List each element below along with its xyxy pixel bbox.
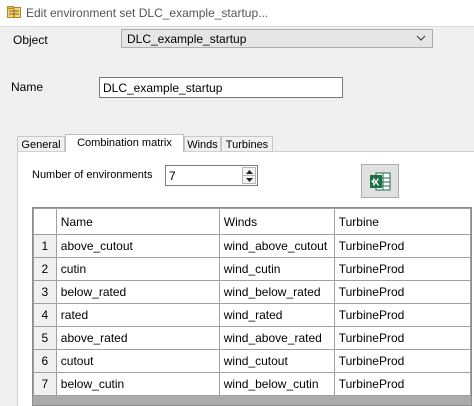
cell-turbine[interactable]: TurbineProd [333, 257, 471, 281]
cell-wind[interactable]: wind_below_cutin [218, 372, 335, 396]
cell-wind[interactable]: wind_above_cutout [218, 234, 335, 258]
cell-wind[interactable]: wind_cutout [218, 349, 335, 373]
row-number[interactable]: 5 [33, 326, 57, 350]
cell-name[interactable]: cutout [55, 349, 220, 373]
table-row: 1 above_cutout wind_above_cutout Turbine… [33, 234, 471, 258]
tab-turbines[interactable]: Turbines [221, 136, 273, 152]
cell-name[interactable]: below_cutin [55, 372, 220, 396]
cell-turbine[interactable]: TurbineProd [333, 303, 471, 327]
cell-turbine[interactable]: TurbineProd [333, 349, 471, 373]
excel-export-icon: X [370, 172, 391, 191]
row-number[interactable]: 6 [33, 349, 57, 373]
cell-wind[interactable]: wind_below_rated [218, 280, 335, 304]
cell-turbine[interactable]: TurbineProd [333, 326, 471, 350]
row-number[interactable]: 3 [33, 280, 57, 304]
cell-wind[interactable]: wind_above_rated [218, 326, 335, 350]
table-row: 2 cutin wind_cutin TurbineProd [33, 257, 471, 281]
object-label: Object [13, 33, 48, 47]
name-input[interactable] [103, 81, 333, 95]
table-row: 7 below_cutin wind_below_cutin TurbinePr… [33, 372, 471, 396]
tab-general[interactable]: General [17, 136, 65, 152]
row-number[interactable]: 1 [33, 234, 57, 258]
tab-combination-matrix[interactable]: Combination matrix [65, 134, 184, 152]
triangle-up-icon [246, 170, 253, 174]
table-row: 4 rated wind_rated TurbineProd [33, 303, 471, 327]
environments-label: Number of environments [32, 169, 153, 181]
cell-name[interactable]: above_cutout [55, 234, 220, 258]
combination-grid[interactable]: Name Winds Turbine 1 above_cutout wind_a… [32, 207, 472, 406]
cell-name[interactable]: above_rated [55, 326, 220, 350]
folder-grid-icon [7, 6, 21, 18]
cell-wind[interactable]: wind_rated [218, 303, 335, 327]
tab-winds[interactable]: Winds [184, 136, 221, 152]
column-header-name[interactable]: Name [55, 208, 220, 235]
name-field[interactable] [99, 77, 343, 98]
object-select-value: DLC_example_startup [127, 32, 247, 46]
chevron-down-icon [416, 35, 426, 41]
stepper-down-button[interactable] [242, 175, 256, 184]
cell-turbine[interactable]: TurbineProd [333, 234, 471, 258]
row-number[interactable]: 4 [33, 303, 57, 327]
cell-wind[interactable]: wind_cutin [218, 257, 335, 281]
cell-turbine[interactable]: TurbineProd [333, 372, 471, 396]
table-row: 5 above_rated wind_above_rated TurbinePr… [33, 326, 471, 350]
table-row: 3 below_rated wind_below_rated TurbinePr… [33, 280, 471, 304]
cell-name[interactable]: below_rated [55, 280, 220, 304]
table-corner-cell[interactable] [33, 208, 57, 235]
column-header-turbine[interactable]: Turbine [333, 208, 471, 235]
cell-name[interactable]: rated [55, 303, 220, 327]
cell-turbine[interactable]: TurbineProd [333, 280, 471, 304]
table-row: 6 cutout wind_cutout TurbineProd [33, 349, 471, 373]
window-title: Edit environment set DLC_example_startup… [26, 6, 269, 20]
row-number[interactable]: 2 [33, 257, 57, 281]
object-select[interactable]: DLC_example_startup [121, 29, 433, 48]
export-excel-button[interactable]: X [361, 164, 399, 198]
triangle-down-icon [246, 178, 253, 182]
title-bar: Edit environment set DLC_example_startup… [0, 0, 474, 27]
row-number[interactable]: 7 [33, 372, 57, 396]
environments-stepper[interactable] [165, 165, 258, 186]
table-header-row: Name Winds Turbine [33, 208, 471, 235]
combination-table: Name Winds Turbine 1 above_cutout wind_a… [33, 208, 471, 396]
cell-name[interactable]: cutin [55, 257, 220, 281]
name-label: Name [11, 80, 44, 94]
environments-input[interactable] [169, 169, 229, 183]
column-header-winds[interactable]: Winds [218, 208, 335, 235]
